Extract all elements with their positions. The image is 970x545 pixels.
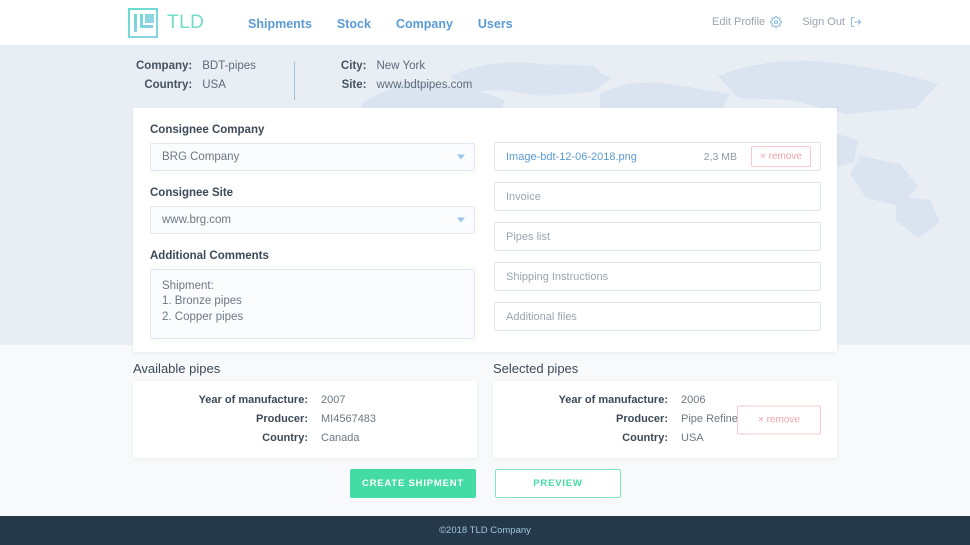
file-row-image[interactable]: Image-bdt-12-06-2018.png 2,3 MB × remove bbox=[494, 142, 821, 171]
file-row-pipes-list[interactable]: Pipes list bbox=[494, 222, 821, 251]
company-label: Company: bbox=[136, 60, 192, 72]
app-page: TLD Shipments Stock Company Users Edit P… bbox=[0, 0, 970, 545]
info-col-left: Company: BDT-pipes Country: USA bbox=[136, 60, 256, 91]
gear-icon bbox=[770, 16, 782, 28]
available-country-value: Canada bbox=[308, 432, 477, 444]
sign-out-button[interactable]: Sign Out bbox=[802, 16, 862, 28]
consignee-company-label: Consignee Company bbox=[150, 124, 475, 136]
comment-line: Shipment: bbox=[162, 279, 463, 293]
additional-comments-textarea[interactable]: Shipment: 1. Bronze pipes 2. Copper pipe… bbox=[150, 269, 475, 339]
copyright-text: ©2018 TLD Company bbox=[439, 525, 531, 536]
file-placeholder: Additional files bbox=[506, 311, 811, 323]
file-row-invoice[interactable]: Invoice bbox=[494, 182, 821, 211]
chevron-down-icon bbox=[457, 218, 465, 223]
logo[interactable]: TLD bbox=[128, 8, 204, 38]
file-name-link[interactable]: Image-bdt-12-06-2018.png bbox=[506, 151, 704, 163]
remove-selected-pipe-button[interactable]: × remove bbox=[737, 405, 821, 434]
top-header: TLD Shipments Stock Company Users Edit P… bbox=[0, 0, 970, 46]
shipment-form-card: Consignee Company BRG Company Consignee … bbox=[133, 108, 837, 352]
company-value: BDT-pipes bbox=[202, 60, 256, 72]
file-row-additional-files[interactable]: Additional files bbox=[494, 302, 821, 331]
page-footer: ©2018 TLD Company bbox=[0, 516, 970, 545]
edit-profile-button[interactable]: Edit Profile bbox=[712, 16, 782, 28]
selected-pipes-card: Year of manufacture: 2006 Producer: Pipe… bbox=[493, 381, 837, 458]
info-divider bbox=[294, 62, 295, 100]
form-right-column: Image-bdt-12-06-2018.png 2,3 MB × remove… bbox=[494, 142, 821, 342]
country-value: USA bbox=[202, 79, 256, 91]
selected-year-label: Year of manufacture: bbox=[493, 394, 668, 406]
tld-logo-icon bbox=[128, 8, 158, 38]
comment-line: 1. Bronze pipes bbox=[162, 294, 463, 308]
edit-profile-label: Edit Profile bbox=[712, 16, 765, 28]
form-left-column: Consignee Company BRG Company Consignee … bbox=[150, 124, 475, 339]
main-nav: Shipments Stock Company Users bbox=[248, 17, 513, 31]
file-placeholder: Pipes list bbox=[506, 231, 811, 243]
city-label: City: bbox=[341, 60, 367, 72]
city-value: New York bbox=[376, 60, 472, 72]
additional-comments-label: Additional Comments bbox=[150, 250, 475, 262]
consignee-site-value: www.brg.com bbox=[162, 214, 231, 226]
logo-text: TLD bbox=[167, 12, 204, 34]
nav-item-stock[interactable]: Stock bbox=[337, 17, 371, 31]
remove-file-button[interactable]: × remove bbox=[751, 146, 811, 167]
file-placeholder: Shipping Instructions bbox=[506, 271, 811, 283]
selected-producer-label: Producer: bbox=[493, 413, 668, 425]
selected-country-label: Country: bbox=[493, 432, 668, 444]
available-year-label: Year of manufacture: bbox=[133, 394, 308, 406]
file-row-shipping-instructions[interactable]: Shipping Instructions bbox=[494, 262, 821, 291]
nav-item-users[interactable]: Users bbox=[478, 17, 513, 31]
available-pipes-card: Year of manufacture: 2007 Producer: MI45… bbox=[133, 381, 477, 458]
consignee-company-select[interactable]: BRG Company bbox=[150, 143, 475, 171]
available-producer-label: Producer: bbox=[133, 413, 308, 425]
nav-item-company[interactable]: Company bbox=[396, 17, 453, 31]
comment-line: 2. Copper pipes bbox=[162, 310, 463, 324]
country-label: Country: bbox=[136, 79, 192, 91]
available-pipes-title: Available pipes bbox=[133, 361, 220, 376]
preview-button[interactable]: PREVIEW bbox=[495, 469, 621, 498]
create-shipment-button[interactable]: CREATE SHIPMENT bbox=[350, 469, 476, 498]
sign-out-icon bbox=[850, 16, 862, 28]
selected-pipes-title: Selected pipes bbox=[493, 361, 578, 376]
chevron-down-icon bbox=[457, 155, 465, 160]
site-label: Site: bbox=[341, 79, 367, 91]
available-producer-value: MI4567483 bbox=[308, 413, 477, 425]
available-year-value: 2007 bbox=[308, 394, 477, 406]
file-placeholder: Invoice bbox=[506, 191, 811, 203]
site-value: www.bdtpipes.com bbox=[376, 79, 472, 91]
info-col-right: City: New York Site: www.bdtpipes.com bbox=[341, 60, 472, 91]
nav-item-shipments[interactable]: Shipments bbox=[248, 17, 312, 31]
company-info-fields: Company: BDT-pipes Country: USA City: Ne… bbox=[136, 60, 472, 100]
header-actions: Edit Profile Sign Out bbox=[712, 16, 862, 28]
consignee-company-value: BRG Company bbox=[162, 151, 239, 163]
consignee-site-label: Consignee Site bbox=[150, 187, 475, 199]
file-size: 2,3 MB bbox=[704, 151, 737, 163]
available-pipes-grid: Year of manufacture: 2007 Producer: MI45… bbox=[133, 394, 477, 444]
consignee-site-select[interactable]: www.brg.com bbox=[150, 206, 475, 234]
sign-out-label: Sign Out bbox=[802, 16, 845, 28]
available-country-label: Country: bbox=[133, 432, 308, 444]
